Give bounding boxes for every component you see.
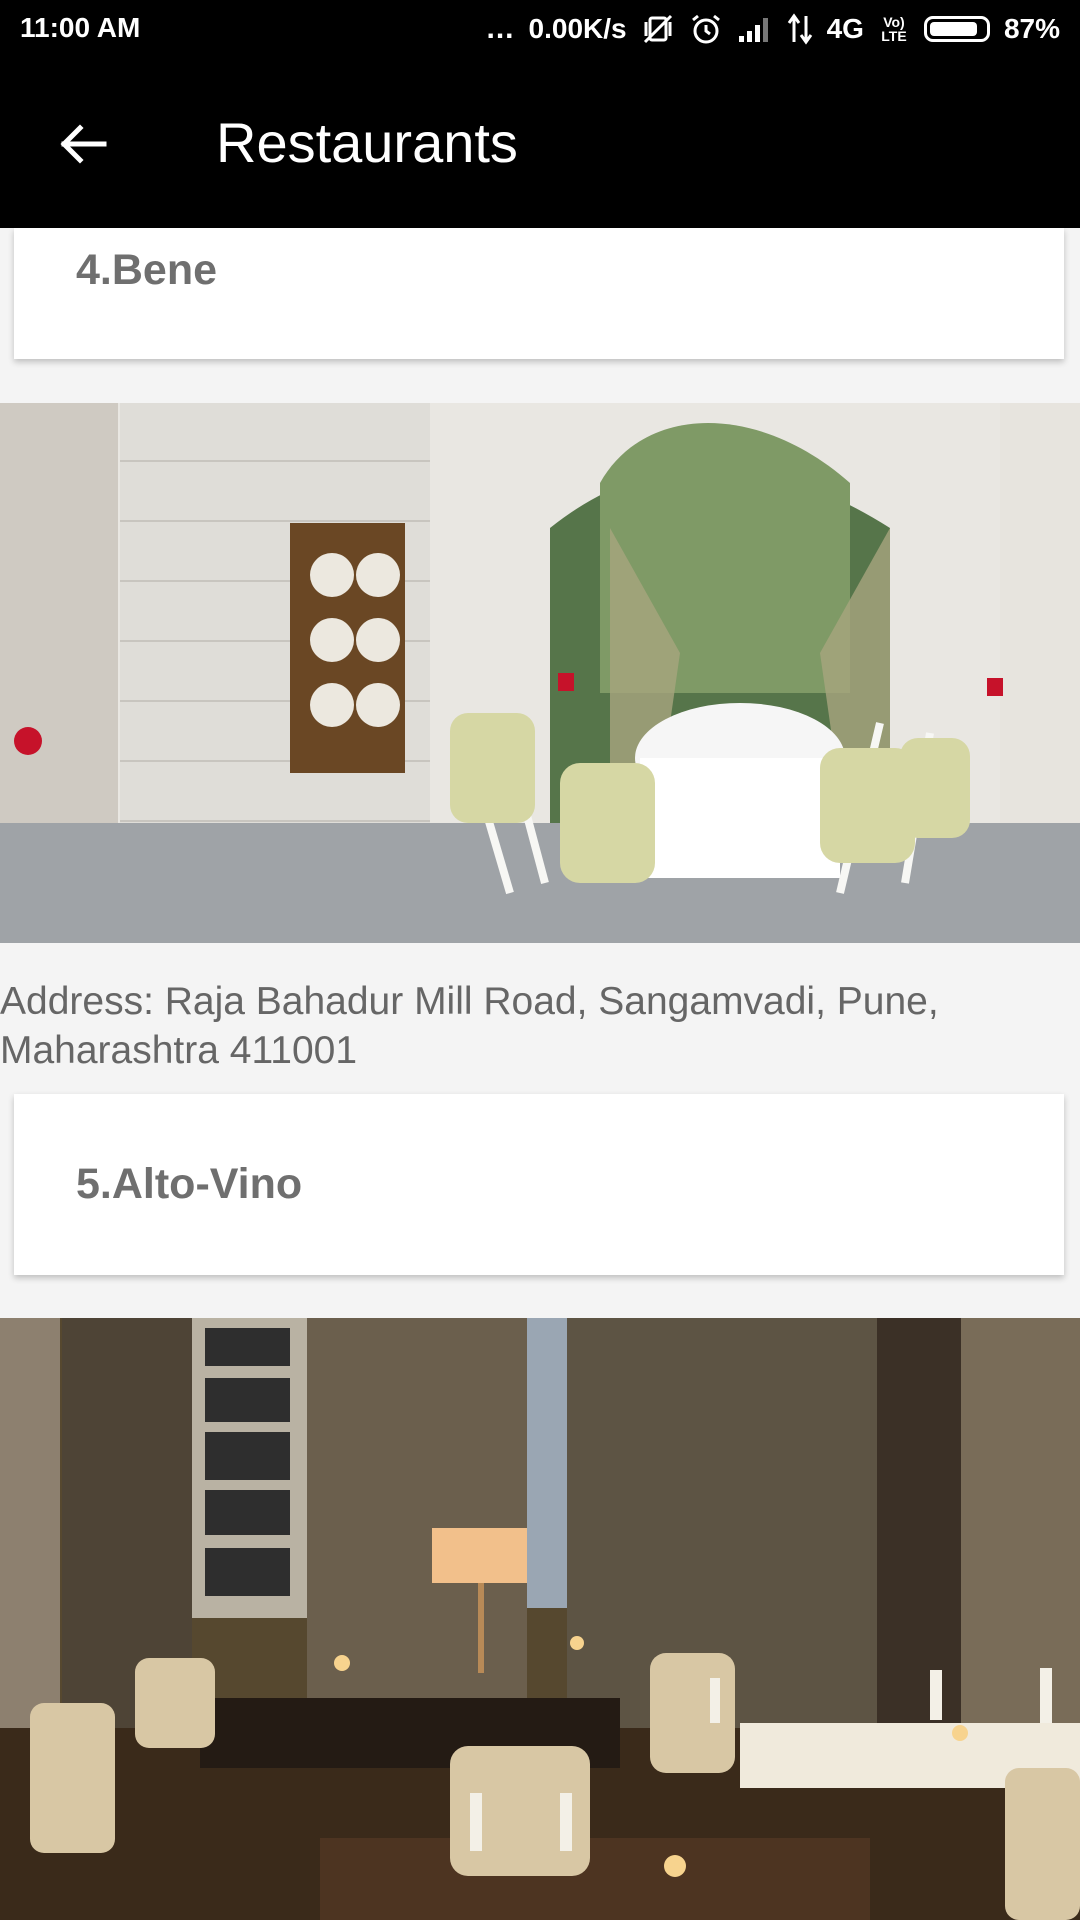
battery-icon [923,16,990,42]
battery-level [929,22,977,36]
status-time: 11:00 AM [20,12,141,43]
page-title: Restaurants [216,111,518,174]
signal-icon [737,12,773,46]
network-speed: 0.00K/s [528,13,627,44]
vibrate-off-icon [641,12,675,46]
more-dots-icon: ... [486,12,515,45]
restaurant-address: Address: Raja Bahadur Mill Road, Sangamv… [0,980,939,1072]
status-bar: 11:00 AM ... 0.00K/s 4G Vo) LTE 87% [0,0,1080,62]
restaurant-card-alto-vino[interactable]: 5.Alto-Vino [14,1094,1064,1275]
status-icons: ... 0.00K/s 4G Vo) LTE 87% [487,12,1061,46]
data-arrows-icon [787,12,813,46]
network-type: 4G [826,13,864,44]
volte-icon: Vo) LTE [881,14,907,44]
restaurant-card-bene[interactable]: 4.Bene [14,228,1064,359]
alto-vino-restaurant-photo [0,1318,1080,1920]
battery-percent: 87% [1003,13,1060,44]
restaurant-title: 5.Alto-Vino [76,1160,303,1208]
back-arrow-icon[interactable] [56,117,110,171]
restaurant-title: 4.Bene [76,246,218,294]
alarm-icon [689,12,723,46]
bene-dining-room-photo [0,403,1080,943]
app-bar: 11:00 AM ... 0.00K/s 4G Vo) LTE 87% Rest… [0,0,1080,228]
